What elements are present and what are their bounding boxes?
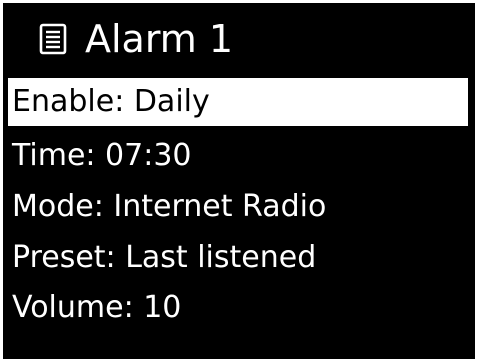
menu-item-enable[interactable]: Enable: Daily xyxy=(8,78,468,126)
menu-item-time[interactable]: Time: 07:30 xyxy=(8,132,468,180)
list-document-icon xyxy=(39,23,67,55)
radio-display-screen: Alarm 1 Enable: Daily Time: 07:30 Mode: … xyxy=(3,3,475,359)
menu-item-mode[interactable]: Mode: Internet Radio xyxy=(8,183,468,231)
menu-item-preset[interactable]: Preset: Last listened xyxy=(8,234,468,282)
screen-header: Alarm 1 xyxy=(3,3,475,75)
menu-item-volume[interactable]: Volume: 10 xyxy=(8,284,468,332)
page-title: Alarm 1 xyxy=(85,17,234,61)
